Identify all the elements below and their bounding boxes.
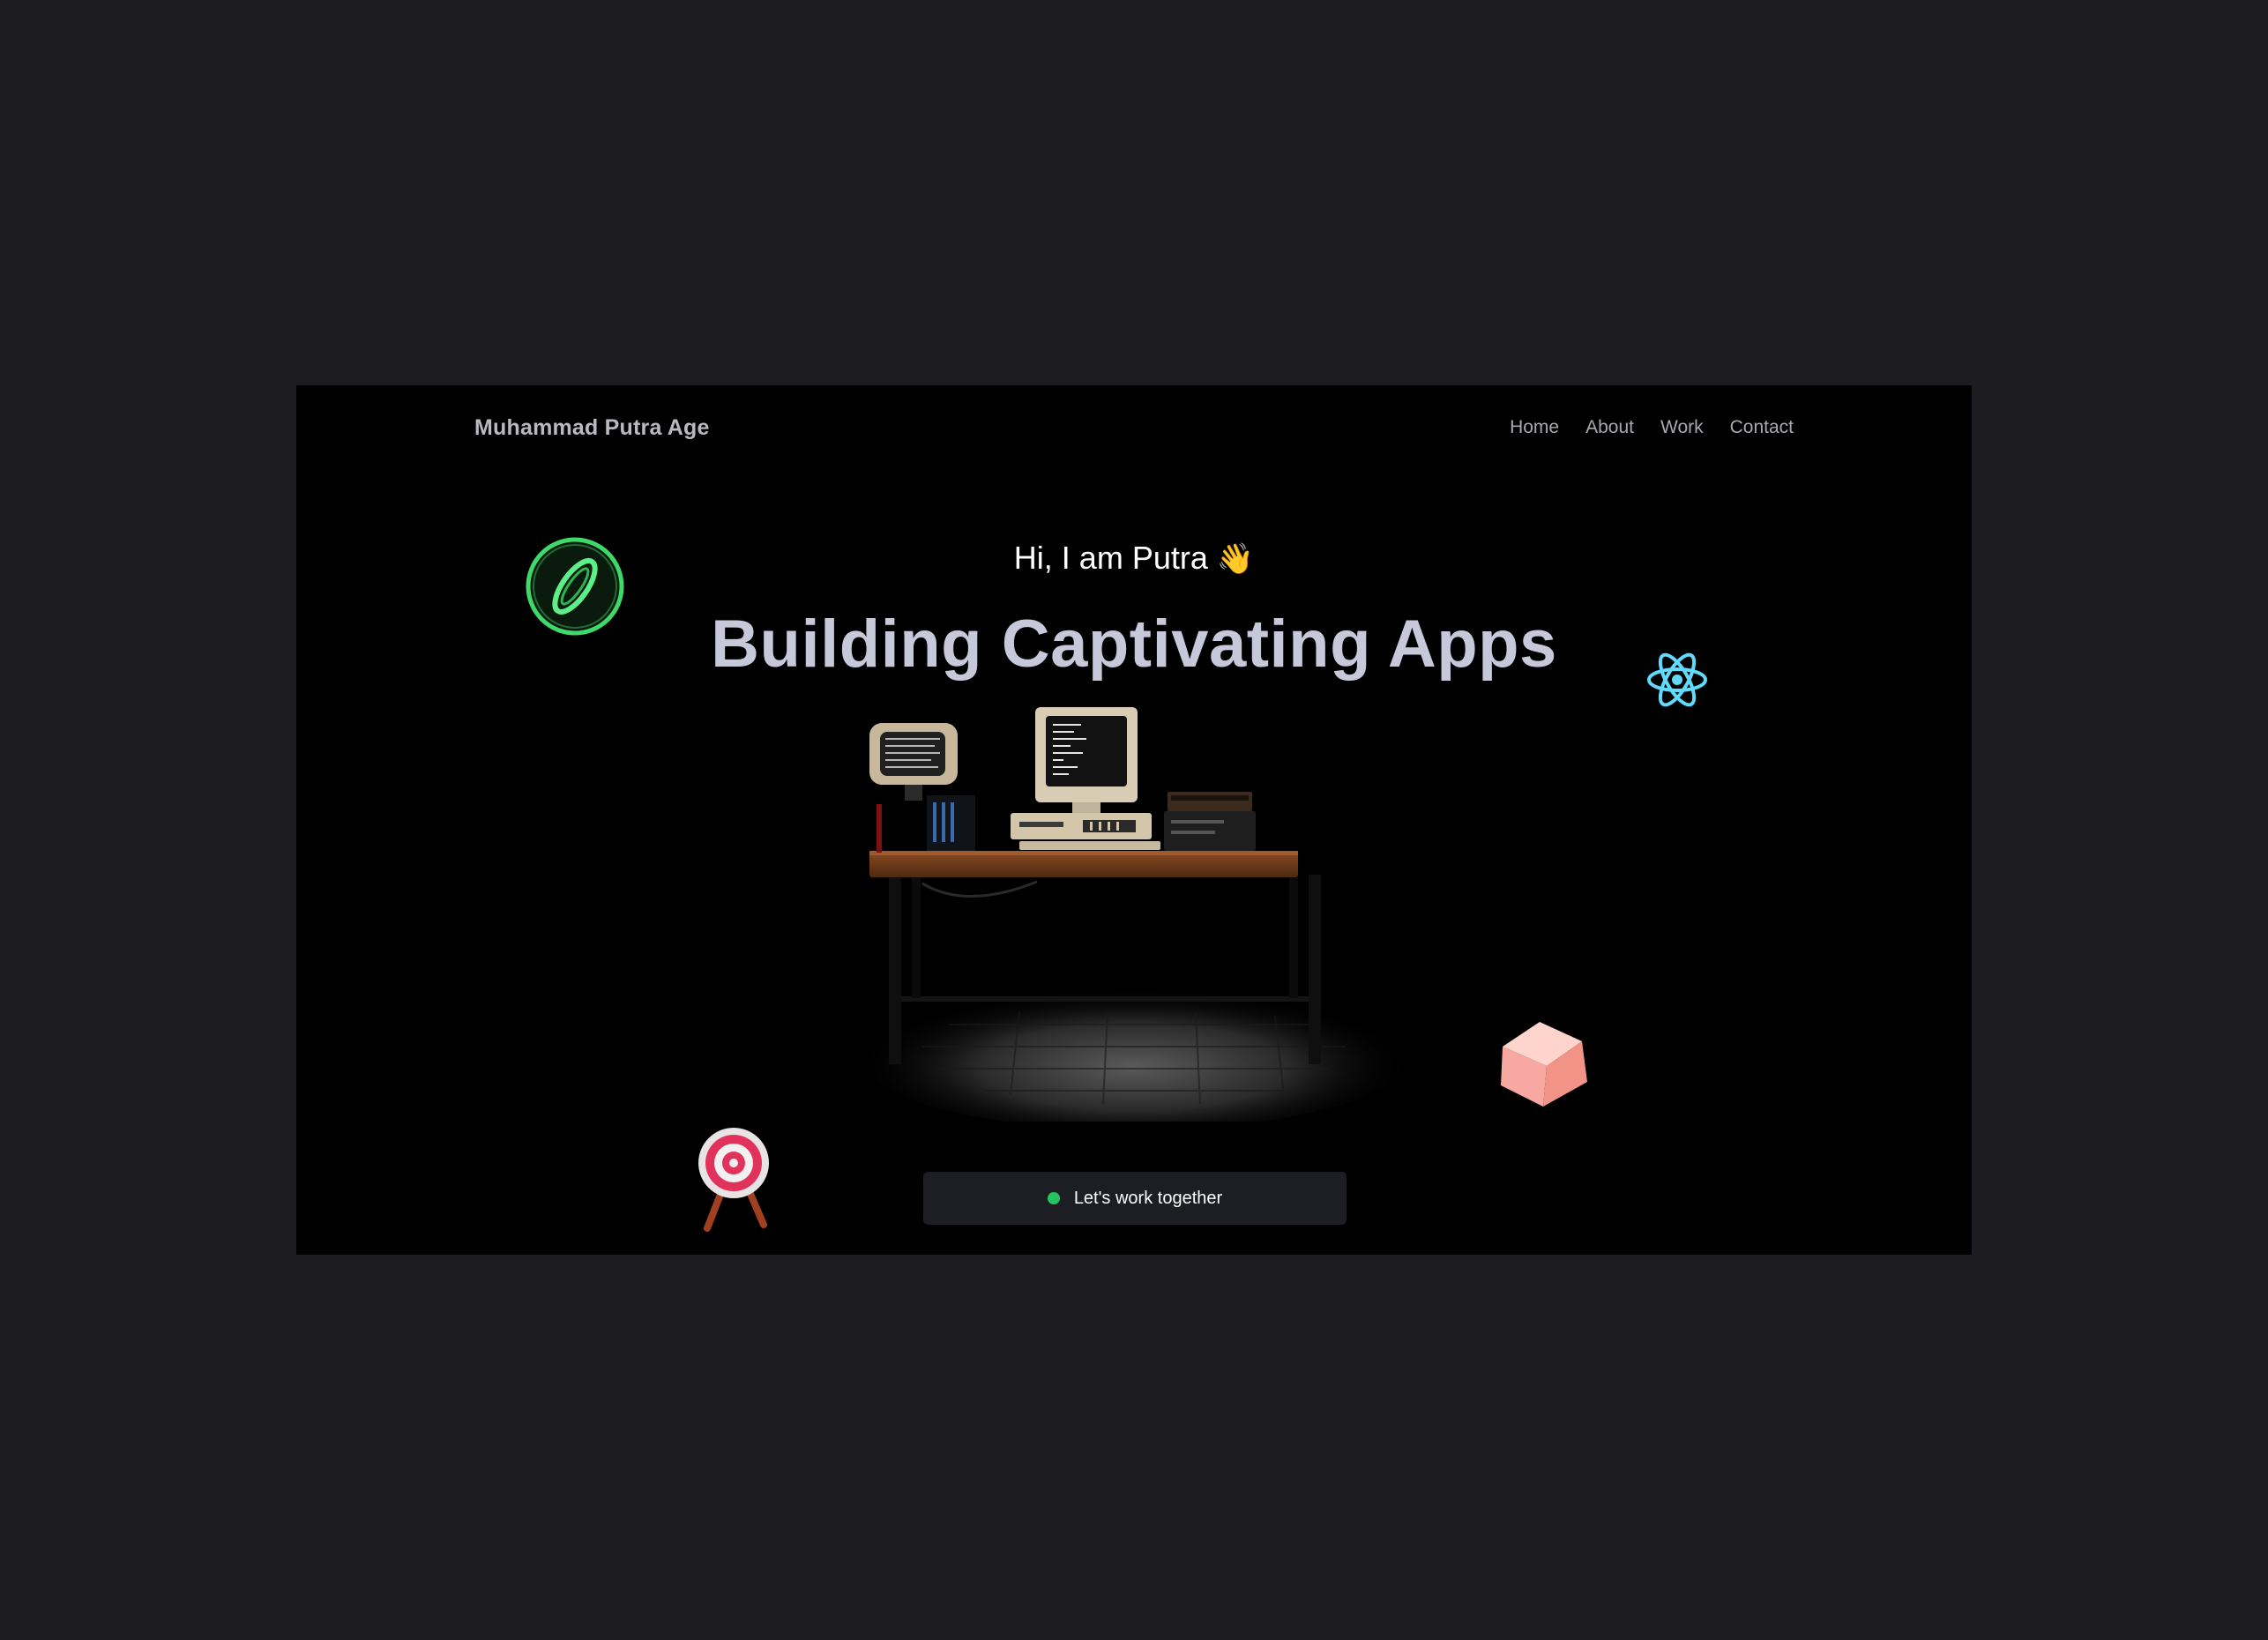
react-atom-icon — [1647, 652, 1707, 707]
cta-label: Let's work together — [1073, 1188, 1223, 1208]
desk-scene-illustration — [852, 707, 1416, 1122]
target-icon — [698, 1128, 769, 1232]
nav-link-home[interactable]: Home — [1510, 417, 1559, 438]
status-dot — [1047, 1192, 1060, 1204]
lets-work-together-button[interactable]: Let's work together — [923, 1172, 1347, 1225]
wave-emoji: 👋 — [1216, 542, 1255, 576]
nav-link-about[interactable]: About — [1585, 417, 1634, 438]
greeting-text: Hi, I am Putra — [1013, 540, 1208, 576]
brand-logo[interactable]: Muhammad Putra Age — [474, 415, 710, 441]
cube-icon — [1501, 1022, 1587, 1107]
main-nav: Home About Work Contact — [1510, 417, 1794, 438]
portfolio-hero-frame: Muhammad Putra Age Home About Work Conta… — [296, 385, 1972, 1255]
nav-link-work[interactable]: Work — [1660, 417, 1704, 438]
ring-icon — [526, 537, 624, 636]
nav-link-contact[interactable]: Contact — [1730, 417, 1794, 438]
